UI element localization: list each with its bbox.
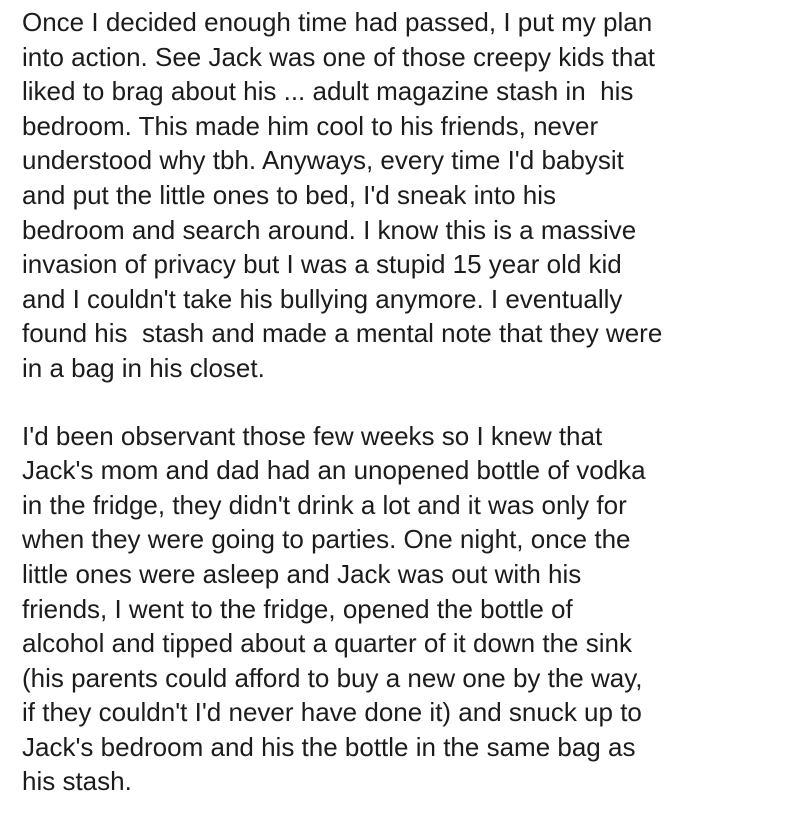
text-line: friends, I went to the fridge, opened th… <box>22 593 573 624</box>
text-line: and I couldn't take his bullying anymore… <box>22 283 623 314</box>
text-line: liked to brag about his ... adult magazi… <box>22 76 634 107</box>
text-line: understood why tbh. Anyways, every time … <box>22 145 624 176</box>
text-line: bedroom and search around. I know this i… <box>22 214 637 245</box>
text-line: bedroom. This made him cool to his frien… <box>22 110 599 141</box>
text-line: in the fridge, they didn't drink a lot a… <box>22 489 627 520</box>
text-line: if they couldn't I'd never have done it)… <box>22 697 642 728</box>
text-line: found his stash and made a mental note t… <box>22 318 663 349</box>
text-line: and put the little ones to bed, I'd snea… <box>22 179 556 210</box>
text-line: Jack's mom and dad had an unopened bottl… <box>22 455 646 486</box>
text-line: little ones were asleep and Jack was out… <box>22 558 582 589</box>
text-line: invasion of privacy but I was a stupid 1… <box>22 249 622 280</box>
text-line: Jack's bedroom and his the bottle in the… <box>22 731 636 762</box>
text-line: I'd been observant those few weeks so I … <box>22 420 603 451</box>
text-line: in a bag in his closet. <box>22 352 265 383</box>
paragraph-1: Once I decided enough time had passed, I… <box>22 5 790 386</box>
text-line: into action. See Jack was one of those c… <box>22 41 656 72</box>
text-line: alcohol and tipped about a quarter of it… <box>22 628 632 659</box>
text-line: his stash. <box>22 766 132 797</box>
paragraph-2: I'd been observant those few weeks so I … <box>22 419 790 800</box>
text-line: Once I decided enough time had passed, I… <box>22 7 653 37</box>
post-body: Once I decided enough time had passed, I… <box>22 5 790 799</box>
text-line: when they were going to parties. One nig… <box>22 524 631 555</box>
text-line: (his parents could afford to buy a new o… <box>22 662 643 693</box>
